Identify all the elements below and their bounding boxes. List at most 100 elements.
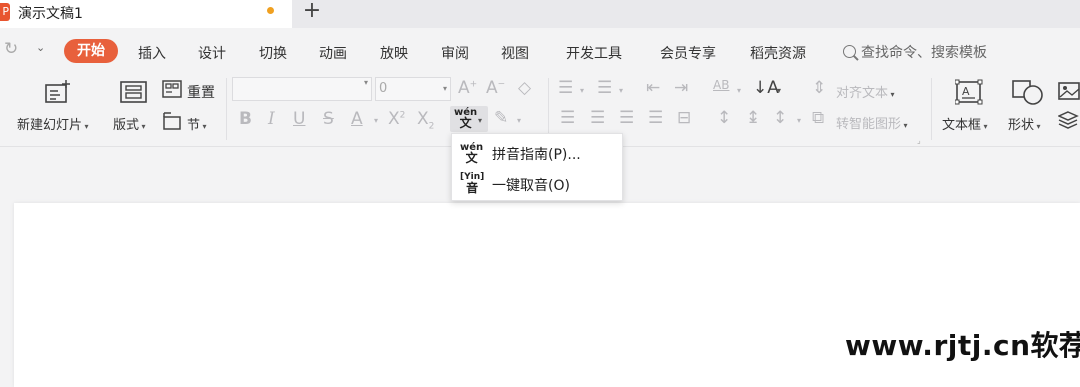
arrange-icon[interactable] bbox=[1057, 110, 1080, 130]
pinyin-icon: wén 文 bbox=[454, 107, 477, 130]
increase-indent-icon[interactable]: ⇥ bbox=[674, 78, 688, 98]
new-slide-button[interactable] bbox=[44, 79, 72, 105]
smart-art-label: 转智能图形 bbox=[836, 117, 902, 132]
column-spacing-icon[interactable]: ↕ bbox=[773, 108, 787, 128]
tab-membership[interactable]: 会员专享 bbox=[660, 43, 716, 63]
new-tab-button[interactable]: + bbox=[300, 0, 324, 24]
tab-review[interactable]: 审阅 bbox=[441, 43, 469, 63]
tab-insert[interactable]: 插入 bbox=[138, 43, 166, 63]
decrease-font-icon[interactable]: A− bbox=[486, 78, 505, 98]
tab-docer-resources[interactable]: 稻壳资源 bbox=[750, 43, 806, 63]
bold-icon[interactable]: B bbox=[239, 109, 252, 129]
chevron-down-icon: ▾ bbox=[981, 122, 988, 131]
new-slide-text: 新建幻灯片 bbox=[17, 118, 83, 133]
pinyin-icon-bottom: 文 bbox=[459, 116, 472, 130]
chevron-down-icon: ▾ bbox=[478, 116, 483, 125]
new-slide-icon bbox=[45, 80, 70, 103]
decrease-indent-icon[interactable]: ⇤ bbox=[646, 78, 660, 98]
text-box-icon: A bbox=[954, 79, 983, 105]
picture-icon[interactable] bbox=[1058, 80, 1080, 102]
chevron-down-icon: ▾ bbox=[888, 90, 895, 99]
section-button[interactable]: 节 ▾ bbox=[187, 114, 207, 133]
chevron-down-icon[interactable]: ▾ bbox=[517, 116, 521, 125]
pinyin-guide-icon: wén 文 bbox=[460, 142, 483, 165]
paragraph-settings-icon[interactable]: ⌟ bbox=[917, 136, 921, 145]
shape-text: 形状 bbox=[1008, 118, 1035, 133]
font-size-select[interactable]: 0 ▾ bbox=[375, 77, 451, 101]
menu-item-pinyin-guide[interactable]: 拼音指南(P)... bbox=[492, 144, 581, 164]
shape-button[interactable] bbox=[1011, 78, 1045, 106]
tab-design[interactable]: 设计 bbox=[198, 43, 226, 63]
menu-item-get-pinyin[interactable]: 一键取音(O) bbox=[492, 175, 570, 195]
redo-icon[interactable]: ↻ bbox=[4, 39, 18, 59]
reset-button[interactable]: 重置 bbox=[187, 82, 215, 102]
clear-format-icon[interactable]: ◇ bbox=[518, 78, 531, 98]
superscript-icon[interactable]: X2 bbox=[388, 109, 405, 129]
align-left-icon[interactable]: ☰ bbox=[560, 108, 575, 128]
tab-animations[interactable]: 动画 bbox=[319, 43, 347, 63]
tab-view[interactable]: 视图 bbox=[501, 43, 529, 63]
tab-slideshow[interactable]: 放映 bbox=[380, 43, 408, 63]
font-name-select[interactable]: ▾ bbox=[232, 77, 372, 101]
section-icon bbox=[162, 111, 184, 131]
align-text-label: 对齐文本 bbox=[836, 86, 889, 101]
chevron-down-icon[interactable]: ▾ bbox=[374, 116, 378, 125]
get-pinyin-icon-bottom: 音 bbox=[466, 181, 479, 195]
numbered-list-icon[interactable]: ☰ bbox=[597, 78, 612, 98]
command-search[interactable]: 查找命令、搜索模板 bbox=[843, 42, 987, 62]
tab-home[interactable]: 开始 bbox=[64, 39, 118, 63]
smart-art-icon[interactable]: ⧉ bbox=[812, 108, 824, 128]
font-color-icon[interactable]: A bbox=[351, 109, 363, 129]
layout-button[interactable] bbox=[120, 80, 148, 104]
smart-art-button[interactable]: 转智能图形 ▾ bbox=[836, 113, 908, 132]
chevron-down-icon[interactable]: ▾ bbox=[737, 86, 741, 95]
svg-text:A: A bbox=[962, 85, 970, 98]
justify-icon[interactable]: ☰ bbox=[648, 108, 663, 128]
line-spacing-icon[interactable]: ↕ bbox=[717, 108, 731, 128]
ribbon-divider bbox=[548, 78, 549, 140]
shape-icon bbox=[1012, 80, 1043, 105]
get-pinyin-icon: [Yin] 音 bbox=[460, 172, 484, 196]
text-direction-icon[interactable]: AB bbox=[713, 78, 729, 92]
subscript-icon[interactable]: X2 bbox=[417, 109, 434, 131]
font-size-value: 0 bbox=[379, 81, 388, 96]
tab-developer[interactable]: 开发工具 bbox=[566, 43, 622, 63]
new-slide-label[interactable]: 新建幻灯片 ▾ bbox=[17, 114, 89, 133]
align-center-icon[interactable]: ☰ bbox=[590, 108, 605, 128]
chevron-down-icon: ▾ bbox=[442, 84, 447, 93]
bullet-list-icon[interactable]: ☰ bbox=[558, 78, 573, 98]
layout-label[interactable]: 版式 ▾ bbox=[113, 114, 146, 133]
align-text-button[interactable]: 对齐文本 ▾ bbox=[836, 82, 895, 101]
chevron-down-icon[interactable]: ▾ bbox=[797, 116, 801, 125]
pinyin-guide-icon-bottom: 文 bbox=[465, 151, 478, 165]
text-box-button[interactable]: A bbox=[954, 79, 983, 105]
chevron-down-icon[interactable]: ▾ bbox=[580, 86, 584, 95]
shape-label[interactable]: 形状 ▾ bbox=[1008, 114, 1041, 133]
text-box-text: 文本框 bbox=[942, 118, 982, 133]
highlight-icon[interactable]: ✎ bbox=[494, 108, 508, 128]
chevron-down-icon: ▾ bbox=[82, 122, 89, 131]
watermark: www.rjtj.cn软荐网 bbox=[845, 329, 1080, 362]
search-placeholder: 查找命令、搜索模板 bbox=[861, 45, 987, 61]
reset-icon bbox=[162, 80, 184, 100]
increase-font-icon[interactable]: A+ bbox=[458, 78, 477, 98]
chevron-down-icon[interactable]: ▾ bbox=[777, 86, 781, 95]
sort-icon[interactable]: ↓A bbox=[753, 78, 779, 98]
document-title: 演示文稿1 bbox=[18, 6, 83, 22]
layout-text: 版式 bbox=[113, 118, 140, 133]
text-box-label[interactable]: 文本框 ▾ bbox=[942, 114, 988, 133]
strikethrough-icon[interactable]: S bbox=[323, 109, 334, 129]
align-right-icon[interactable]: ☰ bbox=[619, 108, 634, 128]
quick-access-dropdown-icon[interactable]: ⌄ bbox=[36, 41, 45, 54]
chevron-down-icon: ▾ bbox=[1034, 122, 1041, 131]
align-text-icon[interactable]: ⇕ bbox=[812, 78, 826, 98]
italic-icon[interactable]: I bbox=[268, 109, 275, 129]
paragraph-spacing-icon[interactable]: ↨ bbox=[746, 108, 760, 128]
ribbon-divider bbox=[226, 78, 227, 140]
distribute-icon[interactable]: ⊟ bbox=[677, 108, 691, 128]
chevron-down-icon[interactable]: ▾ bbox=[619, 86, 623, 95]
layout-icon bbox=[120, 81, 147, 103]
tab-transitions[interactable]: 切换 bbox=[259, 43, 287, 63]
underline-icon[interactable]: U bbox=[293, 109, 305, 129]
search-icon bbox=[843, 45, 856, 58]
